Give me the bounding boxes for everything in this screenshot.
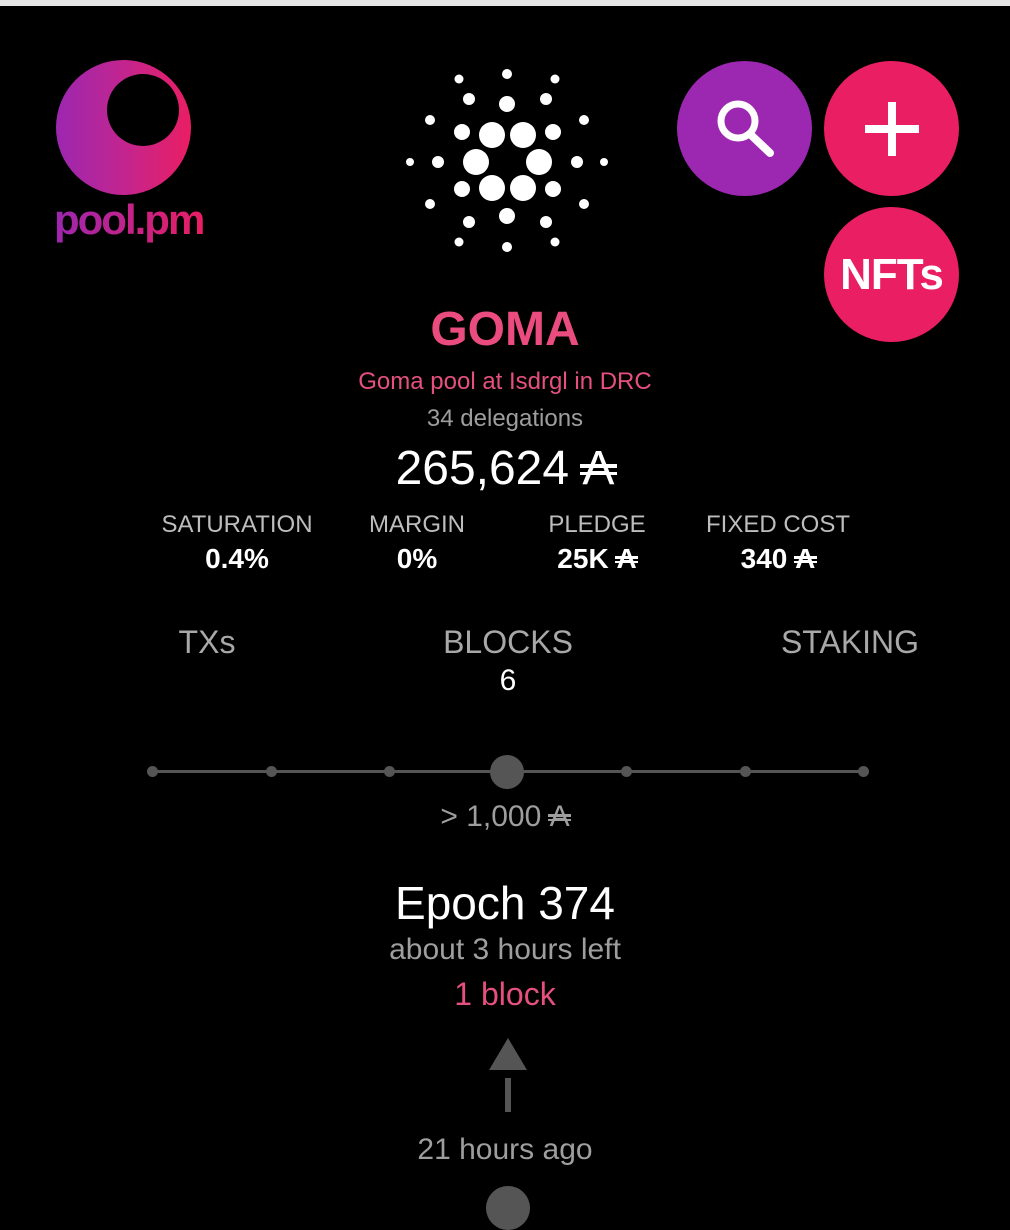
ada-symbol: A — [579, 442, 618, 495]
tab-staking[interactable]: STAKING — [750, 624, 950, 661]
tab-blocks[interactable]: BLOCKS — [408, 624, 608, 661]
epoch-title: Epoch 374 — [395, 877, 615, 929]
pool-description: Goma pool at Isdrgl in DRC — [358, 368, 652, 395]
slider-thumb[interactable] — [490, 755, 524, 789]
stat-saturation-value: 0.4% — [205, 543, 269, 574]
plus-icon — [864, 101, 919, 156]
stat-pledge-label: PLEDGE — [548, 511, 646, 538]
top-border — [0, 0, 1010, 6]
pool-pm-logo[interactable]: pool.pm — [54, 60, 205, 243]
slider-step[interactable] — [147, 766, 158, 777]
search-button[interactable] — [677, 61, 812, 196]
stat-margin-value: 0% — [396, 543, 438, 574]
search-icon — [717, 100, 774, 157]
live-stake: 265,624 A — [0, 441, 1010, 496]
ada-symbol: A — [548, 800, 572, 833]
logo-text: pool.pm — [54, 196, 205, 243]
ada-symbol: A — [614, 543, 639, 574]
slider-step[interactable] — [621, 766, 632, 777]
pool-ticker: GOMA — [430, 303, 580, 356]
delegation-count: 34 delegations — [426, 405, 584, 432]
stat-saturation-label: SATURATION — [161, 511, 313, 538]
epoch-block-count: 1 block — [454, 976, 556, 1012]
stat-fixed-cost-value: 340 — [740, 543, 788, 574]
last-block-time: 21 hours ago — [417, 1133, 593, 1166]
slider-step[interactable] — [740, 766, 751, 777]
slider-step[interactable] — [384, 766, 395, 777]
add-button[interactable] — [824, 61, 959, 196]
nfts-label: NFTs — [840, 249, 944, 299]
stat-margin-label: MARGIN — [369, 511, 465, 538]
tab-blocks-count: 6 — [499, 664, 517, 697]
stake-filter-text: > 1,000 — [440, 800, 542, 833]
timeline-node — [486, 1186, 530, 1230]
ada-symbol: A — [793, 543, 818, 574]
stat-fixed-cost: 340 A — [688, 543, 868, 575]
slider-step[interactable] — [266, 766, 277, 777]
tab-txs[interactable]: TXs — [137, 624, 277, 661]
cardano-logo-icon — [406, 69, 608, 252]
epoch-time-left: about 3 hours left — [389, 933, 621, 966]
stat-pledge-value: 25K — [557, 543, 609, 574]
stake-filter-value: > 1,000 A — [0, 800, 1010, 834]
stake-filter-slider[interactable] — [147, 750, 869, 794]
live-stake-value: 265,624 — [395, 442, 570, 495]
stat-pledge: 25K A — [527, 543, 667, 575]
stat-fixed-cost-label: FIXED COST — [705, 511, 850, 538]
slider-step[interactable] — [858, 766, 869, 777]
timeline-arrow-icon — [489, 1038, 527, 1112]
